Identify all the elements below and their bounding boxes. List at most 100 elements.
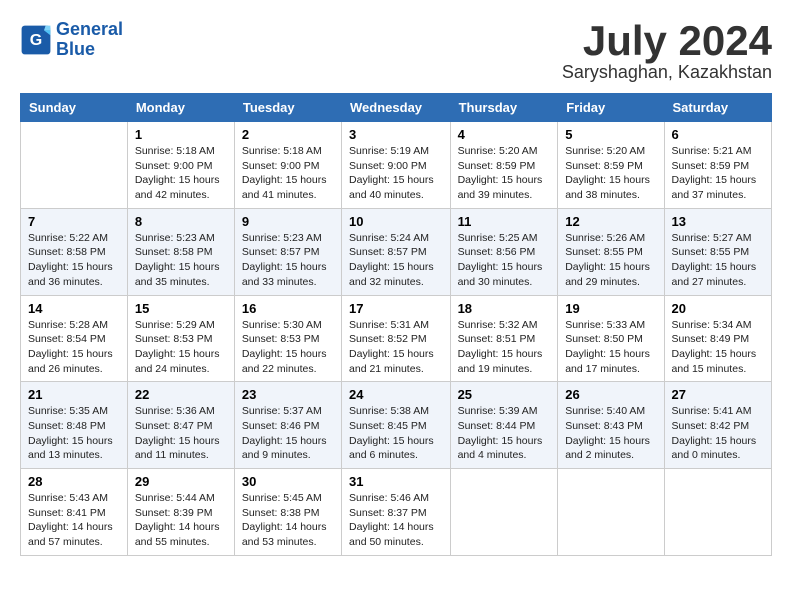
calendar-cell: 24 Sunrise: 5:38 AM Sunset: 8:45 PM Dayl… xyxy=(342,382,451,469)
calendar-cell: 4 Sunrise: 5:20 AM Sunset: 8:59 PM Dayli… xyxy=(450,122,558,209)
sunrise-text: Sunrise: 5:38 AM xyxy=(349,404,443,419)
sunrise-text: Sunrise: 5:37 AM xyxy=(242,404,334,419)
day-info: Sunrise: 5:44 AM Sunset: 8:39 PM Dayligh… xyxy=(135,491,227,550)
page-header: G General Blue July 2024 Saryshaghan, Ka… xyxy=(20,20,772,83)
day-info: Sunrise: 5:37 AM Sunset: 8:46 PM Dayligh… xyxy=(242,404,334,463)
sunset-text: Sunset: 8:58 PM xyxy=(28,245,120,260)
day-number: 16 xyxy=(242,301,334,316)
calendar-cell: 23 Sunrise: 5:37 AM Sunset: 8:46 PM Dayl… xyxy=(234,382,341,469)
calendar-cell: 12 Sunrise: 5:26 AM Sunset: 8:55 PM Dayl… xyxy=(558,208,664,295)
sunrise-text: Sunrise: 5:20 AM xyxy=(565,144,656,159)
calendar-cell xyxy=(664,469,771,556)
calendar-cell: 20 Sunrise: 5:34 AM Sunset: 8:49 PM Dayl… xyxy=(664,295,771,382)
calendar-cell: 6 Sunrise: 5:21 AM Sunset: 8:59 PM Dayli… xyxy=(664,122,771,209)
daylight-text: Daylight: 15 hours and 32 minutes. xyxy=(349,260,443,289)
month-title: July 2024 xyxy=(562,20,772,62)
day-info: Sunrise: 5:23 AM Sunset: 8:58 PM Dayligh… xyxy=(135,231,227,290)
calendar-cell: 18 Sunrise: 5:32 AM Sunset: 8:51 PM Dayl… xyxy=(450,295,558,382)
header-sunday: Sunday xyxy=(21,94,128,122)
calendar-cell: 17 Sunrise: 5:31 AM Sunset: 8:52 PM Dayl… xyxy=(342,295,451,382)
sunrise-text: Sunrise: 5:40 AM xyxy=(565,404,656,419)
day-number: 28 xyxy=(28,474,120,489)
daylight-text: Daylight: 15 hours and 38 minutes. xyxy=(565,173,656,202)
sunset-text: Sunset: 8:49 PM xyxy=(672,332,764,347)
sunset-text: Sunset: 8:59 PM xyxy=(672,159,764,174)
calendar-cell: 2 Sunrise: 5:18 AM Sunset: 9:00 PM Dayli… xyxy=(234,122,341,209)
day-info: Sunrise: 5:23 AM Sunset: 8:57 PM Dayligh… xyxy=(242,231,334,290)
day-info: Sunrise: 5:43 AM Sunset: 8:41 PM Dayligh… xyxy=(28,491,120,550)
sunset-text: Sunset: 8:59 PM xyxy=(565,159,656,174)
day-info: Sunrise: 5:32 AM Sunset: 8:51 PM Dayligh… xyxy=(458,318,551,377)
daylight-text: Daylight: 15 hours and 0 minutes. xyxy=(672,434,764,463)
sunrise-text: Sunrise: 5:46 AM xyxy=(349,491,443,506)
daylight-text: Daylight: 15 hours and 40 minutes. xyxy=(349,173,443,202)
day-info: Sunrise: 5:20 AM Sunset: 8:59 PM Dayligh… xyxy=(565,144,656,203)
calendar-week-row: 1 Sunrise: 5:18 AM Sunset: 9:00 PM Dayli… xyxy=(21,122,772,209)
calendar-cell: 5 Sunrise: 5:20 AM Sunset: 8:59 PM Dayli… xyxy=(558,122,664,209)
day-number: 23 xyxy=(242,387,334,402)
day-number: 18 xyxy=(458,301,551,316)
daylight-text: Daylight: 15 hours and 29 minutes. xyxy=(565,260,656,289)
day-info: Sunrise: 5:20 AM Sunset: 8:59 PM Dayligh… xyxy=(458,144,551,203)
day-number: 7 xyxy=(28,214,120,229)
day-number: 30 xyxy=(242,474,334,489)
day-info: Sunrise: 5:41 AM Sunset: 8:42 PM Dayligh… xyxy=(672,404,764,463)
daylight-text: Daylight: 15 hours and 42 minutes. xyxy=(135,173,227,202)
day-number: 9 xyxy=(242,214,334,229)
calendar-cell: 10 Sunrise: 5:24 AM Sunset: 8:57 PM Dayl… xyxy=(342,208,451,295)
sunrise-text: Sunrise: 5:27 AM xyxy=(672,231,764,246)
day-info: Sunrise: 5:30 AM Sunset: 8:53 PM Dayligh… xyxy=(242,318,334,377)
sunrise-text: Sunrise: 5:21 AM xyxy=(672,144,764,159)
sunset-text: Sunset: 8:39 PM xyxy=(135,506,227,521)
calendar-cell: 29 Sunrise: 5:44 AM Sunset: 8:39 PM Dayl… xyxy=(127,469,234,556)
daylight-text: Daylight: 15 hours and 24 minutes. xyxy=(135,347,227,376)
sunset-text: Sunset: 9:00 PM xyxy=(242,159,334,174)
title-block: July 2024 Saryshaghan, Kazakhstan xyxy=(562,20,772,83)
day-info: Sunrise: 5:29 AM Sunset: 8:53 PM Dayligh… xyxy=(135,318,227,377)
calendar-table: Sunday Monday Tuesday Wednesday Thursday… xyxy=(20,93,772,556)
sunset-text: Sunset: 8:53 PM xyxy=(242,332,334,347)
daylight-text: Daylight: 15 hours and 37 minutes. xyxy=(672,173,764,202)
day-number: 1 xyxy=(135,127,227,142)
calendar-cell: 31 Sunrise: 5:46 AM Sunset: 8:37 PM Dayl… xyxy=(342,469,451,556)
calendar-cell: 25 Sunrise: 5:39 AM Sunset: 8:44 PM Dayl… xyxy=(450,382,558,469)
day-info: Sunrise: 5:33 AM Sunset: 8:50 PM Dayligh… xyxy=(565,318,656,377)
day-number: 20 xyxy=(672,301,764,316)
header-friday: Friday xyxy=(558,94,664,122)
sunset-text: Sunset: 8:55 PM xyxy=(672,245,764,260)
day-info: Sunrise: 5:35 AM Sunset: 8:48 PM Dayligh… xyxy=(28,404,120,463)
daylight-text: Daylight: 14 hours and 55 minutes. xyxy=(135,520,227,549)
calendar-cell xyxy=(558,469,664,556)
day-number: 27 xyxy=(672,387,764,402)
day-info: Sunrise: 5:34 AM Sunset: 8:49 PM Dayligh… xyxy=(672,318,764,377)
sunset-text: Sunset: 8:58 PM xyxy=(135,245,227,260)
daylight-text: Daylight: 14 hours and 53 minutes. xyxy=(242,520,334,549)
sunset-text: Sunset: 8:51 PM xyxy=(458,332,551,347)
sunset-text: Sunset: 8:46 PM xyxy=(242,419,334,434)
day-info: Sunrise: 5:39 AM Sunset: 8:44 PM Dayligh… xyxy=(458,404,551,463)
day-info: Sunrise: 5:18 AM Sunset: 9:00 PM Dayligh… xyxy=(242,144,334,203)
day-info: Sunrise: 5:19 AM Sunset: 9:00 PM Dayligh… xyxy=(349,144,443,203)
day-number: 15 xyxy=(135,301,227,316)
sunrise-text: Sunrise: 5:18 AM xyxy=(242,144,334,159)
calendar-cell: 1 Sunrise: 5:18 AM Sunset: 9:00 PM Dayli… xyxy=(127,122,234,209)
daylight-text: Daylight: 15 hours and 33 minutes. xyxy=(242,260,334,289)
day-info: Sunrise: 5:31 AM Sunset: 8:52 PM Dayligh… xyxy=(349,318,443,377)
day-info: Sunrise: 5:22 AM Sunset: 8:58 PM Dayligh… xyxy=(28,231,120,290)
daylight-text: Daylight: 15 hours and 21 minutes. xyxy=(349,347,443,376)
day-number: 11 xyxy=(458,214,551,229)
daylight-text: Daylight: 15 hours and 17 minutes. xyxy=(565,347,656,376)
daylight-text: Daylight: 15 hours and 22 minutes. xyxy=(242,347,334,376)
daylight-text: Daylight: 15 hours and 27 minutes. xyxy=(672,260,764,289)
calendar-cell xyxy=(450,469,558,556)
calendar-cell: 11 Sunrise: 5:25 AM Sunset: 8:56 PM Dayl… xyxy=(450,208,558,295)
daylight-text: Daylight: 15 hours and 11 minutes. xyxy=(135,434,227,463)
sunrise-text: Sunrise: 5:31 AM xyxy=(349,318,443,333)
calendar-cell: 16 Sunrise: 5:30 AM Sunset: 8:53 PM Dayl… xyxy=(234,295,341,382)
header-tuesday: Tuesday xyxy=(234,94,341,122)
day-info: Sunrise: 5:28 AM Sunset: 8:54 PM Dayligh… xyxy=(28,318,120,377)
calendar-cell: 3 Sunrise: 5:19 AM Sunset: 9:00 PM Dayli… xyxy=(342,122,451,209)
sunrise-text: Sunrise: 5:32 AM xyxy=(458,318,551,333)
daylight-text: Daylight: 14 hours and 50 minutes. xyxy=(349,520,443,549)
sunrise-text: Sunrise: 5:23 AM xyxy=(135,231,227,246)
